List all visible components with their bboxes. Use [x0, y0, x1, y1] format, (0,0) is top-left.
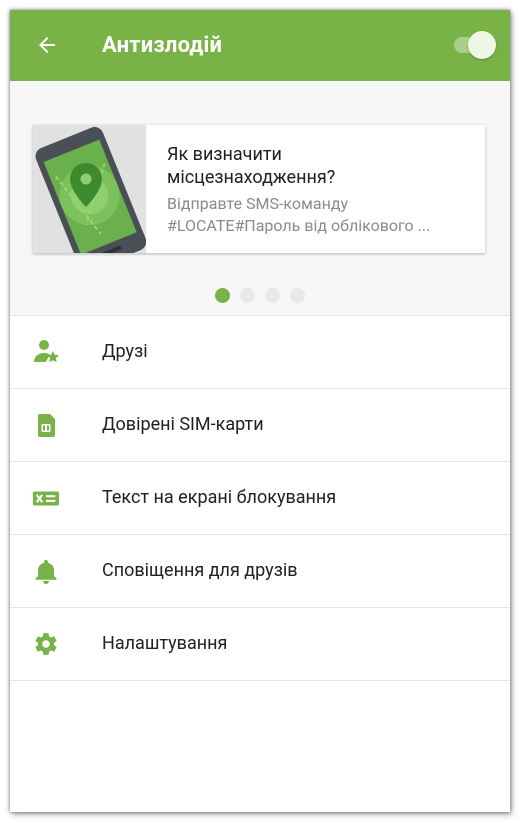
tip-text-line: Відправте SMS-команду: [167, 194, 349, 213]
menu-item-trusted-sim[interactable]: Довірені SIM-карти: [10, 389, 510, 462]
tip-card[interactable]: Як визначити місцезнаходження? Відправте…: [33, 125, 485, 253]
tip-title-line: місцезнаходження?: [167, 167, 336, 188]
pager-dot[interactable]: [240, 288, 255, 303]
pager-dot[interactable]: [265, 288, 280, 303]
phone-location-icon: [33, 125, 146, 253]
app-window: Антизлодій Як визначити місцезнаходження…: [10, 10, 510, 812]
sim-card-icon: [32, 411, 60, 439]
bell-icon: [32, 557, 60, 585]
lockscreen-text-icon: [32, 484, 60, 512]
carousel-pager: [10, 288, 510, 304]
menu-label: Друзі: [102, 341, 148, 362]
arrow-back-icon: [39, 37, 55, 53]
pager-dot[interactable]: [290, 288, 305, 303]
back-button[interactable]: [34, 32, 60, 58]
anti-theft-toggle[interactable]: [452, 31, 496, 59]
app-title: Антизлодій: [102, 33, 223, 58]
gear-icon: [32, 630, 60, 658]
tip-title: Як визначити місцезнаходження?: [167, 143, 467, 189]
menu-item-lockscreen-text[interactable]: Текст на екрані блокування: [10, 462, 510, 535]
tips-carousel: Як визначити місцезнаходження? Відправте…: [10, 81, 510, 315]
menu-label: Сповіщення для друзів: [102, 560, 298, 581]
settings-menu: Друзі Довірені SIM-карти Текст на екрані…: [10, 315, 510, 681]
menu-item-settings[interactable]: Налаштування: [10, 608, 510, 681]
tip-text: Відправте SMS-команду #LOCATE#Пароль від…: [167, 193, 467, 237]
menu-label: Текст на екрані блокування: [102, 487, 337, 508]
person-star-icon: [32, 338, 60, 366]
tip-title-line: Як визначити: [167, 144, 282, 165]
menu-label: Довірені SIM-карти: [102, 414, 264, 435]
menu-item-friends[interactable]: Друзі: [10, 316, 510, 389]
tip-text-line: #LOCATE#Пароль від облікового ...: [167, 216, 431, 235]
app-bar: Антизлодій: [10, 10, 510, 81]
menu-item-friend-notifications[interactable]: Сповіщення для друзів: [10, 535, 510, 608]
menu-label: Налаштування: [102, 633, 228, 654]
pager-dot[interactable]: [215, 288, 230, 303]
toggle-thumb: [468, 31, 496, 59]
